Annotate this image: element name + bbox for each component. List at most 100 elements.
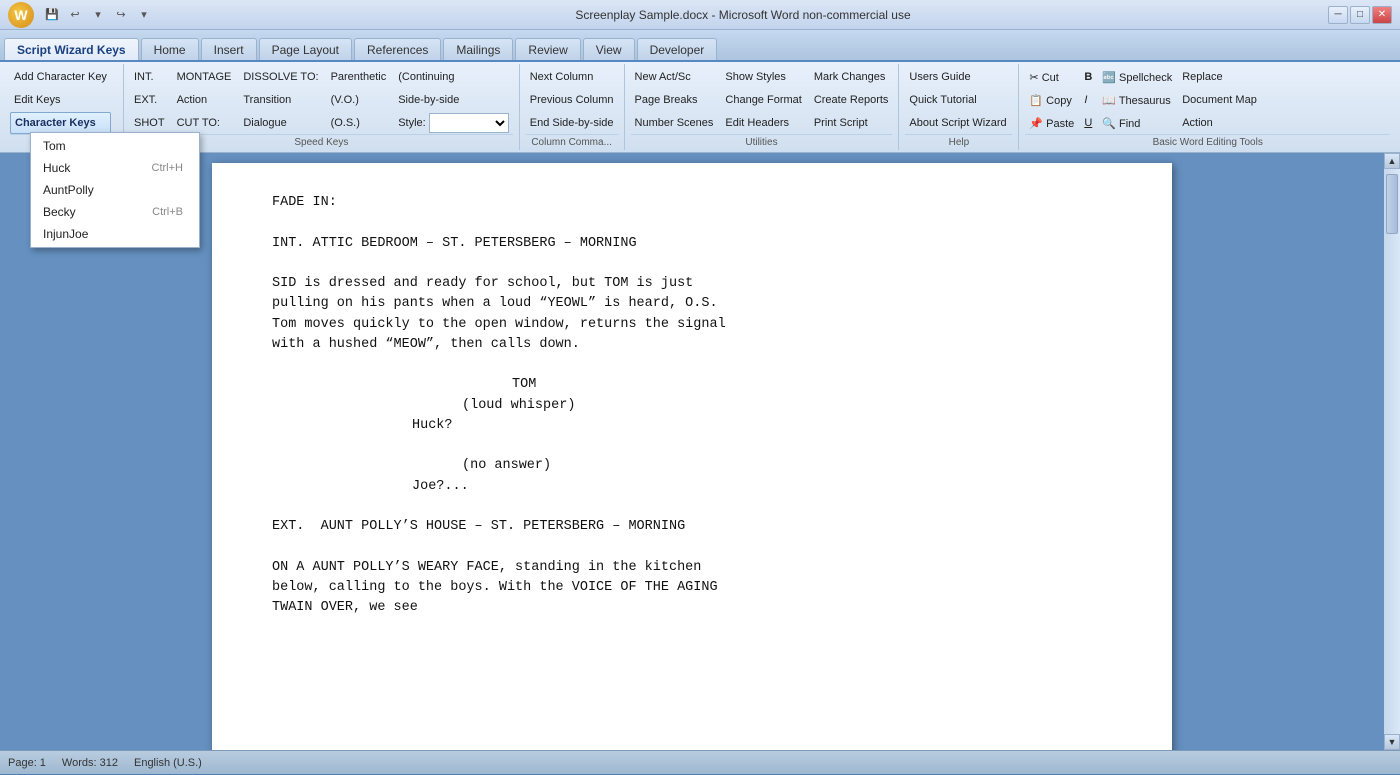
os-button[interactable]: (O.S.) bbox=[327, 112, 391, 134]
quick-tutorial-button[interactable]: Quick Tutorial bbox=[905, 89, 1010, 111]
scrollbar-vertical[interactable]: ▲ ▼ bbox=[1384, 153, 1400, 750]
create-reports-button[interactable]: Create Reports bbox=[810, 89, 893, 111]
cut-to-button[interactable]: CUT TO: bbox=[173, 112, 236, 134]
menu-item-injunjoe-label: InjunJoe bbox=[43, 227, 88, 241]
menu-item-becky-shortcut: Ctrl+B bbox=[152, 206, 183, 218]
character-keys-button[interactable]: Character Keys bbox=[10, 112, 111, 134]
parenthetic-button[interactable]: Parenthetic bbox=[327, 66, 391, 88]
add-character-key-button[interactable]: Add Character Key bbox=[10, 66, 111, 88]
find-button[interactable]: 🔍 Find bbox=[1098, 112, 1176, 134]
spellcheck-button[interactable]: 🔤 Spellcheck bbox=[1098, 66, 1176, 88]
tab-references[interactable]: References bbox=[354, 38, 441, 60]
tab-mailings[interactable]: Mailings bbox=[443, 38, 513, 60]
document-map-button[interactable]: Document Map bbox=[1178, 89, 1261, 111]
tab-view[interactable]: View bbox=[583, 38, 635, 60]
menu-item-huck[interactable]: Huck Ctrl+H bbox=[31, 157, 199, 179]
menu-item-auntpolly[interactable]: AuntPolly bbox=[31, 179, 199, 201]
document-scroll[interactable]: FADE IN: INT. ATTIC BEDROOM – ST. PETERS… bbox=[0, 153, 1384, 750]
minimize-button[interactable]: ─ bbox=[1328, 6, 1348, 24]
menu-item-becky[interactable]: Becky Ctrl+B bbox=[31, 201, 199, 223]
number-scenes-button[interactable]: Number Scenes bbox=[631, 112, 718, 134]
tab-script-wizard-keys[interactable]: Script Wizard Keys bbox=[4, 38, 139, 60]
style-select[interactable] bbox=[429, 113, 509, 133]
tab-review[interactable]: Review bbox=[515, 38, 580, 60]
tab-insert[interactable]: Insert bbox=[201, 38, 257, 60]
group-label-utilities: Utilities bbox=[631, 134, 893, 148]
underline-button[interactable]: U bbox=[1080, 112, 1096, 134]
blank-4 bbox=[272, 436, 1112, 456]
scroll-thumb[interactable] bbox=[1386, 174, 1398, 234]
users-guide-button[interactable]: Users Guide bbox=[905, 66, 1010, 88]
change-format-button[interactable]: Change Format bbox=[721, 89, 805, 111]
line-dialogue-1: Huck? bbox=[412, 416, 972, 436]
maximize-button[interactable]: □ bbox=[1350, 6, 1370, 24]
document-page[interactable]: FADE IN: INT. ATTIC BEDROOM – ST. PETERS… bbox=[212, 163, 1172, 750]
speed-col1: INT. EXT. SHOT bbox=[130, 66, 169, 134]
new-act-sc-button[interactable]: New Act/Sc bbox=[631, 66, 718, 88]
line-action-1: SID is dressed and ready for school, but… bbox=[272, 274, 1112, 294]
about-script-wizard-button[interactable]: About Script Wizard bbox=[905, 112, 1010, 134]
edit-keys-button[interactable]: Edit Keys bbox=[10, 89, 111, 111]
bold-button[interactable]: B bbox=[1080, 66, 1096, 88]
vo-button[interactable]: (V.O.) bbox=[327, 89, 391, 111]
redo-button[interactable]: ↪ bbox=[111, 5, 131, 25]
copy-button[interactable]: 📋 Copy bbox=[1025, 89, 1078, 111]
montage-button[interactable]: MONTAGE bbox=[173, 66, 236, 88]
scroll-down-button[interactable]: ▼ bbox=[1384, 734, 1400, 750]
end-side-by-side-button[interactable]: End Side-by-side bbox=[526, 112, 618, 134]
page-breaks-button[interactable]: Page Breaks bbox=[631, 89, 718, 111]
undo-dropdown[interactable]: ▾ bbox=[88, 5, 108, 25]
italic-button[interactable]: I bbox=[1080, 89, 1096, 111]
group-label-column: Column Comma... bbox=[526, 134, 618, 148]
paste-button[interactable]: 📌 Paste bbox=[1025, 112, 1078, 134]
office-button[interactable]: W bbox=[8, 2, 34, 28]
transition-button[interactable]: Transition bbox=[239, 89, 322, 111]
save-button[interactable]: 💾 bbox=[42, 5, 62, 25]
dialogue-button[interactable]: Dialogue bbox=[239, 112, 322, 134]
next-column-button[interactable]: Next Column bbox=[526, 66, 618, 88]
dissolve-to-button[interactable]: DISSOLVE TO: bbox=[239, 66, 322, 88]
line-action-7: TWAIN OVER, we see bbox=[272, 598, 1112, 618]
menu-item-injunjoe[interactable]: InjunJoe bbox=[31, 223, 199, 245]
ribbon-content: Add Character Key Edit Keys Character Ke… bbox=[0, 60, 1400, 153]
show-styles-button[interactable]: Show Styles bbox=[721, 66, 805, 88]
undo-button[interactable]: ↩ bbox=[65, 5, 85, 25]
tab-home[interactable]: Home bbox=[141, 38, 199, 60]
group-content-help: Users Guide Quick Tutorial About Script … bbox=[905, 66, 1012, 134]
thesaurus-button[interactable]: 📖 Thesaurus bbox=[1098, 89, 1176, 111]
tab-page-layout[interactable]: Page Layout bbox=[259, 38, 352, 60]
previous-column-button[interactable]: Previous Column bbox=[526, 89, 618, 111]
shot-button[interactable]: SHOT bbox=[130, 112, 169, 134]
customize-button[interactable]: ▾ bbox=[134, 5, 154, 25]
scroll-up-button[interactable]: ▲ bbox=[1384, 153, 1400, 169]
edit-headers-button[interactable]: Edit Headers bbox=[721, 112, 805, 134]
line-parenthetical-2: (no answer) bbox=[462, 456, 1112, 476]
cut-button[interactable]: ✂ Cut bbox=[1025, 66, 1078, 88]
ribbon: Script Wizard Keys Home Insert Page Layo… bbox=[0, 30, 1400, 153]
clipboard-col: ✂ Cut 📋 Copy 📌 Paste bbox=[1025, 66, 1078, 134]
status-language: English (U.S.) bbox=[134, 757, 202, 769]
continuing-button[interactable]: (Continuing bbox=[394, 66, 513, 88]
ext-button[interactable]: EXT. bbox=[130, 89, 169, 111]
action-button[interactable]: Action bbox=[173, 89, 236, 111]
page-label: Page: 1 bbox=[8, 757, 46, 769]
utilities-col1: New Act/Sc Page Breaks Number Scenes bbox=[631, 66, 718, 134]
style-label: Style: bbox=[398, 117, 426, 129]
close-button[interactable]: ✕ bbox=[1372, 6, 1392, 24]
menu-item-tom[interactable]: Tom bbox=[31, 135, 199, 157]
action-label[interactable]: Action bbox=[1178, 112, 1261, 134]
group-label-word-tools: Basic Word Editing Tools bbox=[1025, 134, 1390, 148]
character-keys-dropdown: Tom Huck Ctrl+H AuntPolly Becky Ctrl+B I… bbox=[30, 132, 200, 248]
utilities-col3: Mark Changes Create Reports Print Script bbox=[810, 66, 893, 134]
speed-col5: (Continuing Side-by-side Style: bbox=[394, 66, 513, 134]
print-script-button[interactable]: Print Script bbox=[810, 112, 893, 134]
side-by-side-button[interactable]: Side-by-side bbox=[394, 89, 513, 111]
replace-button[interactable]: Replace bbox=[1178, 66, 1261, 88]
int-button[interactable]: INT. bbox=[130, 66, 169, 88]
line-action-2: pulling on his pants when a loud “YEOWL”… bbox=[272, 294, 1112, 314]
mark-changes-button[interactable]: Mark Changes bbox=[810, 66, 893, 88]
tab-developer[interactable]: Developer bbox=[637, 38, 718, 60]
blank-3 bbox=[272, 355, 1112, 375]
menu-item-huck-label: Huck bbox=[43, 161, 70, 175]
title-bar-left: W 💾 ↩ ▾ ↪ ▾ bbox=[8, 2, 158, 28]
